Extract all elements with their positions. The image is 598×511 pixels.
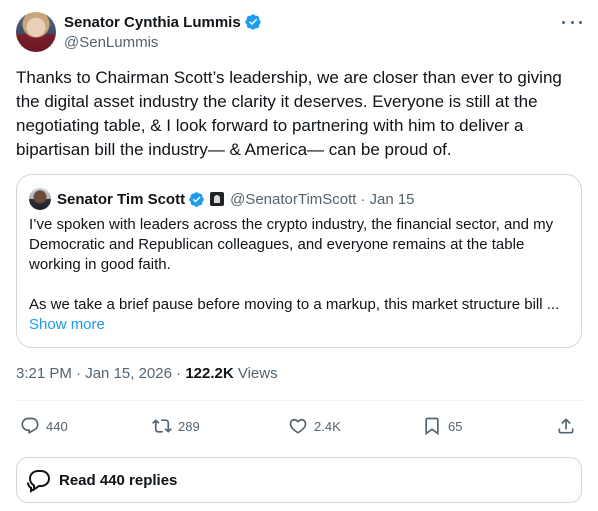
tweet-date[interactable]: Jan 15, 2026 [85,365,172,382]
quoted-tweet-text: I’ve spoken with leaders across the cryp… [29,215,573,315]
quoted-paragraph-1: I’ve spoken with leaders across the cryp… [29,216,554,273]
quoted-paragraph-2: As we take a brief pause before moving t… [29,296,560,313]
share-button[interactable] [556,412,582,440]
meta-separator: · [76,365,82,382]
quoted-author-name[interactable]: Senator Tim Scott [57,191,185,208]
quoted-author-avatar[interactable] [29,188,51,210]
bookmark-button[interactable]: 65 [422,412,462,440]
quoted-author-handle[interactable]: @SenatorTimScott [230,191,356,208]
tweet-meta: 3:21 PM · Jan 15, 2026 · 122.2K Views [16,365,278,382]
divider-top [16,400,582,401]
quoted-separator: · [360,190,366,208]
views-label: Views [237,365,278,382]
verified-badge-icon [245,14,261,30]
action-bar: 440 289 2.4K 65 [16,412,582,440]
like-button[interactable]: 2.4K [288,412,341,440]
like-count: 2.4K [314,418,341,434]
share-icon [558,418,574,434]
more-icon-dot [579,20,582,24]
government-org-icon [210,192,225,206]
reply-icon [21,417,39,435]
author-avatar[interactable] [16,12,56,52]
tweet-header: Senator Cynthia Lummis @SenLummis [16,12,582,52]
author-name[interactable]: Senator Cynthia Lummis [64,14,241,31]
read-replies-button[interactable]: Read 440 replies [16,457,582,503]
replies-bubble-icon [27,470,51,493]
show-more-link[interactable]: Show more [29,316,105,333]
verified-badge-icon [189,191,204,207]
tweet-text: Thanks to Chairman Scott’s leadership, w… [16,68,562,159]
meta-separator: · [176,365,182,382]
author-block: Senator Cynthia Lummis @SenLummis [64,12,262,51]
author-handle[interactable]: @SenLummis [64,34,262,51]
like-icon [289,418,307,434]
repost-button[interactable]: 289 [152,412,200,440]
quoted-tweet[interactable]: Senator Tim Scott @SenatorTimScott · Jan… [16,174,582,348]
more-icon-dot [570,20,574,24]
views-count: 122.2K [185,365,234,382]
reply-count: 440 [46,418,68,434]
reply-button[interactable]: 440 [20,412,68,440]
bookmark-count: 65 [448,418,463,434]
quoted-date[interactable]: Jan 15 [369,191,414,208]
read-replies-label: Read 440 replies [59,471,178,489]
tweet-time[interactable]: 3:21 PM [16,365,72,382]
quoted-tweet-header: Senator Tim Scott @SenatorTimScott · Jan… [29,188,415,210]
repost-count: 289 [178,418,200,434]
more-icon [562,20,565,24]
more-options-button[interactable] [562,14,582,30]
repost-icon [152,419,172,433]
author-name-row: Senator Cynthia Lummis [64,12,262,32]
bookmark-icon [425,417,439,436]
